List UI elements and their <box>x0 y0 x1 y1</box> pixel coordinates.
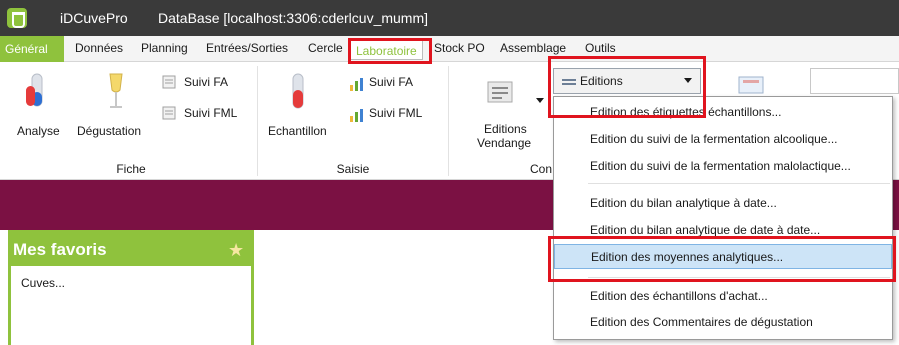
menu-separator <box>588 183 890 184</box>
group-separator <box>448 66 449 176</box>
echantillon-tube-icon <box>290 72 306 112</box>
group-separator <box>257 66 258 176</box>
app-logo-icon <box>7 8 27 28</box>
group-label-saisie: Saisie <box>336 162 370 176</box>
editions-vendange-line2[interactable]: Vendange <box>477 136 531 150</box>
suivi-fa-chart-icon <box>349 77 365 91</box>
editions-vendange-line1[interactable]: Editions <box>484 122 527 136</box>
group-label-consultation: Con <box>530 162 553 176</box>
highlight-editions-button <box>548 56 706 118</box>
tab-donnees[interactable]: Données <box>75 41 123 55</box>
menu-item-echantillons-achat[interactable]: Edition des échantillons d'achat... <box>554 284 892 309</box>
editions-vendange-doc-icon <box>486 80 514 104</box>
menu-item-suivi-fml[interactable]: Edition du suivi de la fermentation malo… <box>554 154 892 179</box>
favorite-item-cuves[interactable]: Cuves... <box>21 276 65 290</box>
highlight-moyennes-item <box>548 236 896 282</box>
report-icon <box>738 76 764 94</box>
favorites-title: Mes favoris <box>13 240 107 259</box>
title-bar: iDCuvePro DataBase [localhost:3306:cderl… <box>0 0 899 36</box>
fiche-suivi-fml-button[interactable]: Suivi FML <box>184 106 237 120</box>
tab-general[interactable]: Général <box>0 36 64 62</box>
highlight-laboratoire-tab <box>348 38 432 64</box>
editions-dropdown-menu: Edition des étiquettes échantillons... E… <box>553 96 893 340</box>
app-name: iDCuvePro <box>60 10 128 26</box>
tab-entrees-sorties[interactable]: Entrées/Sorties <box>206 41 288 55</box>
fiche-suivi-fa-button[interactable]: Suivi FA <box>184 75 228 89</box>
echantillon-button[interactable]: Echantillon <box>268 124 327 138</box>
chevron-down-icon[interactable] <box>536 92 544 103</box>
menu-bar: Général Données Planning Entrées/Sorties… <box>0 36 899 62</box>
tab-cercle[interactable]: Cercle <box>308 41 343 55</box>
tab-assemblage[interactable]: Assemblage <box>500 41 566 55</box>
tab-stock-po[interactable]: Stock PO <box>434 41 485 55</box>
menu-item-bilan-date[interactable]: Edition du bilan analytique à date... <box>554 191 892 216</box>
tab-outils[interactable]: Outils <box>585 41 616 55</box>
analyse-button[interactable]: Analyse <box>17 124 60 138</box>
favorites-panel: Mes favoris ★ Cuves... <box>8 230 254 345</box>
saisie-suivi-fml-button[interactable]: Suivi FML <box>369 106 422 120</box>
tab-planning[interactable]: Planning <box>141 41 188 55</box>
suivi-fml-chart-icon <box>349 108 365 122</box>
star-icon[interactable]: ★ <box>228 240 244 261</box>
group-label-fiche: Fiche <box>116 162 146 176</box>
degustation-button[interactable]: Dégustation <box>77 124 141 138</box>
degustation-glass-icon <box>106 72 126 112</box>
menu-item-commentaires-degustation[interactable]: Edition des Commentaires de dégustation <box>554 310 892 335</box>
database-label: DataBase [localhost:3306:cderlcuv_mumm] <box>158 10 429 26</box>
search-input[interactable] <box>810 68 899 94</box>
menu-item-suivi-fa[interactable]: Edition du suivi de la fermentation alco… <box>554 127 892 152</box>
suivi-fa-doc-icon <box>162 75 178 89</box>
analyse-tube-icon <box>24 72 48 112</box>
favorites-list: Cuves... <box>11 266 251 345</box>
suivi-fml-doc-icon <box>162 106 178 120</box>
saisie-suivi-fa-button[interactable]: Suivi FA <box>369 75 413 89</box>
